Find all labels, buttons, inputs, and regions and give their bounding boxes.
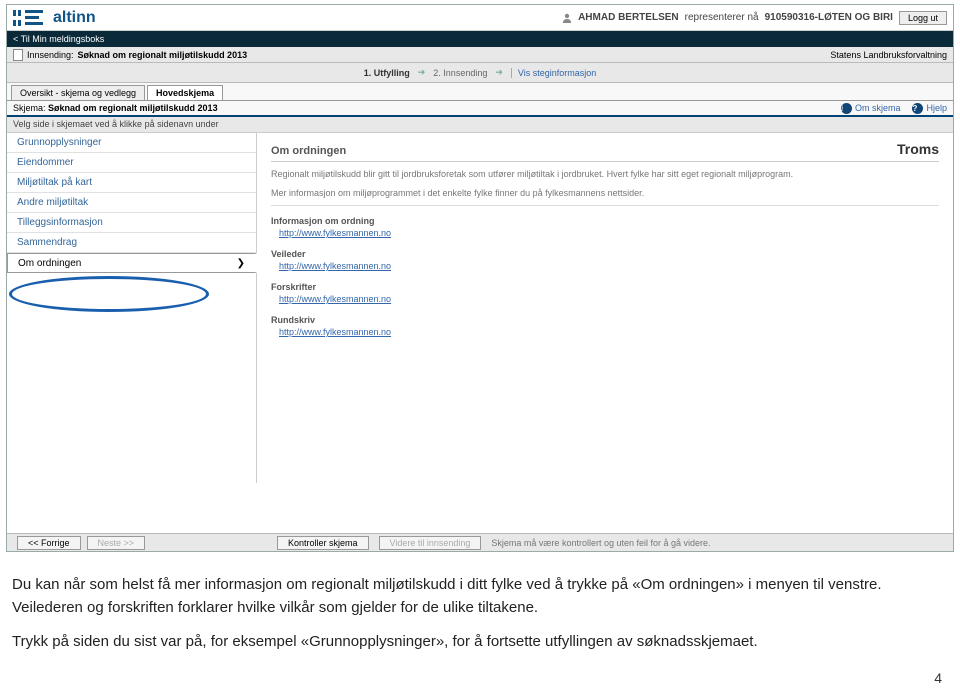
innsending-title: Søknad om regionalt miljøtilskudd 2013 [78,50,248,60]
bottom-msg: Skjema må være kontrollert og uten feil … [491,538,710,548]
videre-button[interactable]: Videre til innsending [379,536,482,550]
sidebar-item-eiendommer[interactable]: Eiendommer [7,153,256,173]
innsending-label: Innsending: [27,50,74,60]
innsending-org: Statens Landbruksforvaltning [830,50,947,60]
tabs: Oversikt - skjema og vedlegg Hovedskjema [7,83,953,101]
tab-hovedskjema[interactable]: Hovedskjema [147,85,223,100]
sidebar-item-kart[interactable]: Miljøtiltak på kart [7,173,256,193]
content-p2: Mer informasjon om miljøprogrammet i det… [271,187,939,200]
arrow-icon: ➔ [495,67,503,78]
section-informasjon: Informasjon om ordning [271,216,939,226]
back-link[interactable]: < Til Min meldingsboks [13,34,104,44]
topbar: altinn AHMAD BERTELSEN representerer nå … [7,5,953,31]
content-pane: Om ordningen Troms Regionalt miljøtilsku… [257,133,953,483]
instruction-text: Du kan når som helst få mer informasjon … [12,574,932,666]
prev-button[interactable]: << Forrige [17,536,81,550]
info-icon: i [841,103,852,114]
main-row: Grunnopplysninger Eiendommer Miljøtiltak… [7,133,953,483]
content-p1: Regionalt miljøtilskudd blir gitt til jo… [271,168,939,181]
help-icon: ? [912,103,923,114]
hjelp-link[interactable]: ?Hjelp [912,103,947,114]
altinn-icon [13,10,47,26]
document-icon [13,49,23,61]
sidebar-item-andre[interactable]: Andre miljøtiltak [7,193,256,213]
content-title: Om ordningen [271,145,346,157]
arrow-icon: ➔ [418,67,426,78]
chevron-right-icon: ❯ [237,258,245,269]
user-icon [562,13,572,23]
user-rep: representerer nå [685,12,759,23]
schema-value: Søknad om regionalt miljøtilskudd 2013 [48,103,218,113]
sidebar: Grunnopplysninger Eiendommer Miljøtiltak… [7,133,257,483]
user-info: AHMAD BERTELSEN representerer nå 9105903… [562,11,947,25]
sidebar-item-ordningen[interactable]: Om ordningen❯ [7,253,257,273]
innsending-bar: Innsending: Søknad om regionalt miljøtil… [7,47,953,63]
section-rundskriv: Rundskriv [271,315,939,325]
link-fylkesmannen-2[interactable]: http://www.fylkesmannen.no [279,261,391,271]
note-1: Du kan når som helst få mer informasjon … [12,574,932,619]
schema-label: Skjema: [13,103,46,113]
step-info-link[interactable]: Vis steginformasjon [511,68,596,78]
note-2: Trykk på siden du sist var på, for eksem… [12,631,932,654]
logo: altinn [13,9,96,27]
page-number: 4 [934,670,942,686]
sidebar-item-tillegg[interactable]: Tilleggsinformasjon [7,213,256,233]
link-fylkesmannen-3[interactable]: http://www.fylkesmannen.no [279,294,391,304]
step-bar: 1. Utfylling ➔ 2. Innsending ➔ Vis stegi… [7,63,953,83]
kontroller-button[interactable]: Kontroller skjema [277,536,369,550]
content-region: Troms [897,141,939,157]
next-button[interactable]: Neste >> [87,536,146,550]
sidebar-item-grunn[interactable]: Grunnopplysninger [7,133,256,153]
link-fylkesmannen-1[interactable]: http://www.fylkesmannen.no [279,228,391,238]
section-forskrifter: Forskrifter [271,282,939,292]
schema-row: Skjema: Søknad om regionalt miljøtilskud… [7,101,953,117]
bottom-bar: << Forrige Neste >> Kontroller skjema Vi… [7,533,953,551]
step-1: 1. Utfylling [364,68,410,78]
section-veileder: Veileder [271,249,939,259]
logo-text: altinn [53,9,96,27]
tab-oversikt[interactable]: Oversikt - skjema og vedlegg [11,85,145,100]
user-name: AHMAD BERTELSEN [578,12,679,23]
user-org: 910590316-LØTEN OG BIRI [765,12,893,23]
sidebar-item-sammendrag[interactable]: Sammendrag [7,233,256,253]
logout-button[interactable]: Logg ut [899,11,947,25]
app-window: altinn AHMAD BERTELSEN representerer nå … [6,4,954,552]
om-skjema-link[interactable]: iOm skjema [841,103,901,114]
step-2: 2. Innsending [433,68,487,78]
back-bar[interactable]: < Til Min meldingsboks [7,31,953,47]
instruction-bar: Velg side i skjemaet ved å klikke på sid… [7,117,953,133]
link-fylkesmannen-4[interactable]: http://www.fylkesmannen.no [279,327,391,337]
